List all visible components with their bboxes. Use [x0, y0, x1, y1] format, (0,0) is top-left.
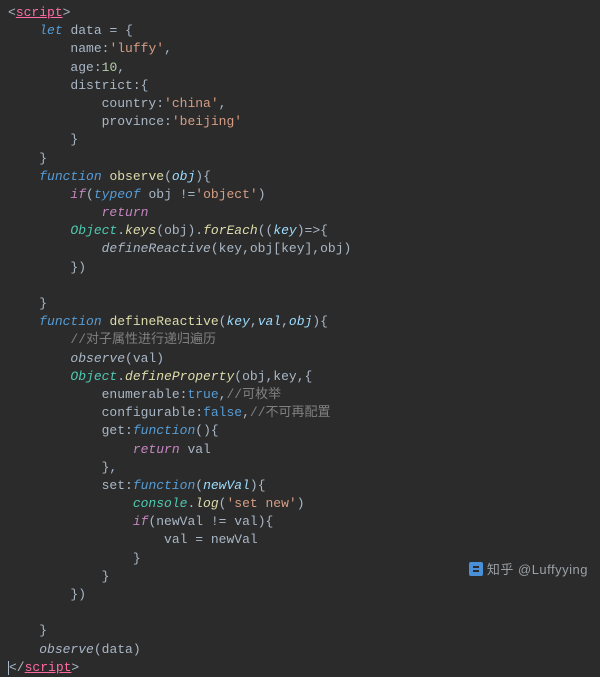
- zhihu-icon: [469, 562, 483, 576]
- fn-definereactive: defineReactive: [109, 314, 218, 329]
- close-tag: script: [25, 660, 72, 675]
- call-observe: observe: [39, 642, 94, 657]
- watermark: 知乎 @Luffyying: [469, 561, 588, 579]
- comment-recurse: //对子属性进行递归遍历: [70, 332, 216, 347]
- keyword-let: let: [39, 23, 62, 38]
- keyword-function: function: [39, 169, 101, 184]
- watermark-text: 知乎 @Luffyying: [487, 562, 588, 577]
- open-tag: script: [16, 5, 63, 20]
- var-data: data: [70, 23, 101, 38]
- fn-observe: observe: [109, 169, 164, 184]
